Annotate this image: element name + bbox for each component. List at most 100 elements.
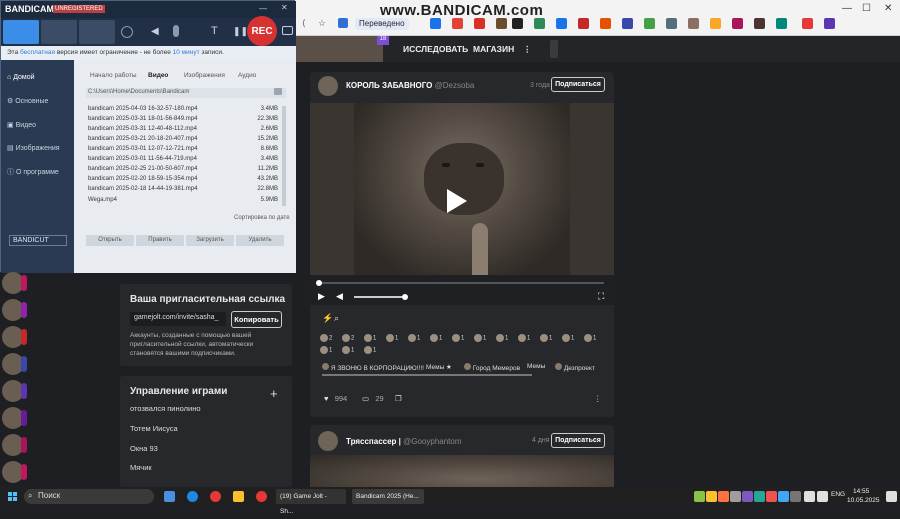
file-list-scrollbar[interactable] xyxy=(282,106,286,206)
invite-link-field[interactable]: gamejolt.com/invite/sasha_ xyxy=(130,312,226,326)
yandex-icon[interactable] xyxy=(256,491,267,502)
author-avatar[interactable] xyxy=(318,76,338,96)
extension-icon[interactable] xyxy=(622,18,633,29)
list-item[interactable]: bandicam 2025-02-25 21-00-50-607.mp4 11.2… xyxy=(88,166,278,176)
community-tag[interactable]: Дезпроект xyxy=(555,363,595,372)
fullscreen-icon[interactable]: ⛶ xyxy=(598,291,604,302)
tray-icon[interactable] xyxy=(742,491,753,502)
reaction[interactable]: 1 xyxy=(342,346,360,357)
more-options-icon[interactable]: ⋮ xyxy=(594,394,602,403)
game-item[interactable]: Мячик xyxy=(130,463,152,472)
translated-badge[interactable]: Переведено xyxy=(355,18,409,30)
avatar[interactable] xyxy=(2,461,27,483)
tray-icon[interactable] xyxy=(778,491,789,502)
reaction[interactable]: 1 xyxy=(540,334,558,345)
volume-icon[interactable] xyxy=(817,491,828,502)
game-item[interactable]: Окна 93 xyxy=(130,444,158,453)
taskbar-app-bandicam[interactable]: Bandicam 2025 (Не... xyxy=(352,489,424,504)
task-view-icon[interactable] xyxy=(164,491,175,502)
nav-search-box[interactable] xyxy=(550,40,558,58)
tray-icon[interactable] xyxy=(790,491,801,502)
reaction[interactable]: 2 xyxy=(320,334,338,345)
tray-icon[interactable] xyxy=(706,491,717,502)
add-game-icon[interactable]: + xyxy=(270,386,278,401)
avatar[interactable] xyxy=(2,407,27,429)
video-progress-bar[interactable] xyxy=(316,280,604,286)
avatar[interactable] xyxy=(2,299,27,321)
extension-icon[interactable] xyxy=(710,18,721,29)
author-avatar[interactable] xyxy=(318,431,338,451)
attachment-icon[interactable]: ⌕ xyxy=(334,313,339,324)
app-icon[interactable] xyxy=(233,491,244,502)
webcam-icon[interactable] xyxy=(121,26,133,38)
list-item[interactable]: bandicam 2025-02-20 18-59-15-354.mp4 43.2… xyxy=(88,176,278,186)
avatar[interactable] xyxy=(2,272,27,294)
volume-icon[interactable]: ◀ xyxy=(336,291,343,302)
tray-icon[interactable] xyxy=(754,491,765,502)
close-icon[interactable]: ✕ xyxy=(884,3,892,14)
extension-icon[interactable] xyxy=(644,18,655,29)
tray-icon[interactable] xyxy=(730,491,741,502)
extension-icon[interactable] xyxy=(452,18,463,29)
wifi-icon[interactable] xyxy=(804,491,815,502)
minimize-icon[interactable]: — xyxy=(259,4,267,13)
device-mode-button[interactable] xyxy=(79,20,115,44)
tray-icon[interactable] xyxy=(694,491,705,502)
play-icon[interactable]: ▶ xyxy=(318,291,325,302)
edit-button[interactable]: Править xyxy=(136,235,184,246)
microphone-icon[interactable] xyxy=(173,25,179,37)
list-item[interactable]: bandicam 2025-04-03 16-32-57-180.mp4 3.4M… xyxy=(88,106,278,116)
like-button[interactable]: ♥ 994 xyxy=(324,394,347,403)
windows-start-icon[interactable] xyxy=(8,492,18,502)
tags-scrollbar[interactable] xyxy=(322,374,532,376)
avatar[interactable] xyxy=(2,434,27,456)
delete-button[interactable]: Удалить xyxy=(236,235,284,246)
list-item[interactable]: bandicam 2025-03-01 12-07-12-721.mp4 8.6M… xyxy=(88,146,278,156)
notification-icon[interactable] xyxy=(886,491,897,502)
lightning-icon[interactable]: ⚡ xyxy=(322,313,333,324)
community-tag[interactable]: Город Мемеров xyxy=(464,363,520,372)
copy-button[interactable]: Копировать xyxy=(231,311,282,328)
text-icon[interactable]: T xyxy=(211,25,218,37)
extension-icon[interactable] xyxy=(688,18,699,29)
reaction[interactable]: 1 xyxy=(364,334,382,345)
list-item[interactable]: bandicam 2025-03-21 20-18-20-407.mp4 15.2… xyxy=(88,136,278,146)
list-item[interactable]: bandicam 2025-03-31 18-01-56-849.mp4 22.3… xyxy=(88,116,278,126)
extension-icon[interactable] xyxy=(824,18,835,29)
reaction[interactable]: 1 xyxy=(320,346,338,357)
rec-button[interactable]: REC xyxy=(247,16,277,46)
notice-highlight[interactable]: 10 минут xyxy=(173,49,200,56)
open-button[interactable]: Открыть xyxy=(86,235,134,246)
close-icon[interactable]: ✕ xyxy=(281,3,288,12)
reaction[interactable]: 1 xyxy=(364,346,382,357)
post-author[interactable]: Трясспассер | @Gooyphantom xyxy=(346,437,462,446)
reaction[interactable]: 1 xyxy=(518,334,536,345)
sort-label[interactable]: Сортировка по дате xyxy=(234,215,290,221)
sidebar-item-general[interactable]: ⚙ Основные xyxy=(7,97,48,105)
chrome-icon[interactable] xyxy=(210,491,221,502)
reaction[interactable]: 1 xyxy=(562,334,580,345)
camera-icon[interactable] xyxy=(282,26,293,35)
avatar[interactable] xyxy=(2,353,27,375)
extension-icon[interactable] xyxy=(732,18,743,29)
sidebar-item-about[interactable]: ⓘ О программе xyxy=(7,167,59,177)
extension-icon[interactable] xyxy=(802,18,813,29)
extension-icon[interactable] xyxy=(666,18,677,29)
minimize-icon[interactable]: — xyxy=(842,3,852,14)
game-item[interactable]: отозвался пинолино xyxy=(130,404,201,413)
community-tag[interactable]: Мемы xyxy=(527,363,545,370)
sidebar-item-images[interactable]: ▤ Изображения xyxy=(7,144,60,152)
back-icon[interactable]: ⟨ xyxy=(302,18,306,29)
clock-date[interactable]: 10.05.2025 xyxy=(847,497,880,504)
extension-icon[interactable] xyxy=(556,18,567,29)
avatar[interactable] xyxy=(2,380,27,402)
reaction[interactable]: 1 xyxy=(430,334,448,345)
nav-explore[interactable]: ИССЛЕДОВАТЬ xyxy=(403,44,468,54)
list-item[interactable]: bandicam 2025-03-01 11-56-44-719.mp4 3.4M… xyxy=(88,156,278,166)
taskbar-search[interactable]: ⌕ Поиск xyxy=(24,489,154,504)
list-item[interactable]: bandicam 2025-02-18 14-44-19-381.mp4 22.8… xyxy=(88,186,278,196)
language-indicator[interactable]: ENG xyxy=(831,491,845,498)
upload-button[interactable]: Загрузить xyxy=(186,235,234,246)
bookmark-icon[interactable]: ☆ xyxy=(318,18,326,29)
maximize-icon[interactable]: ☐ xyxy=(862,3,871,14)
